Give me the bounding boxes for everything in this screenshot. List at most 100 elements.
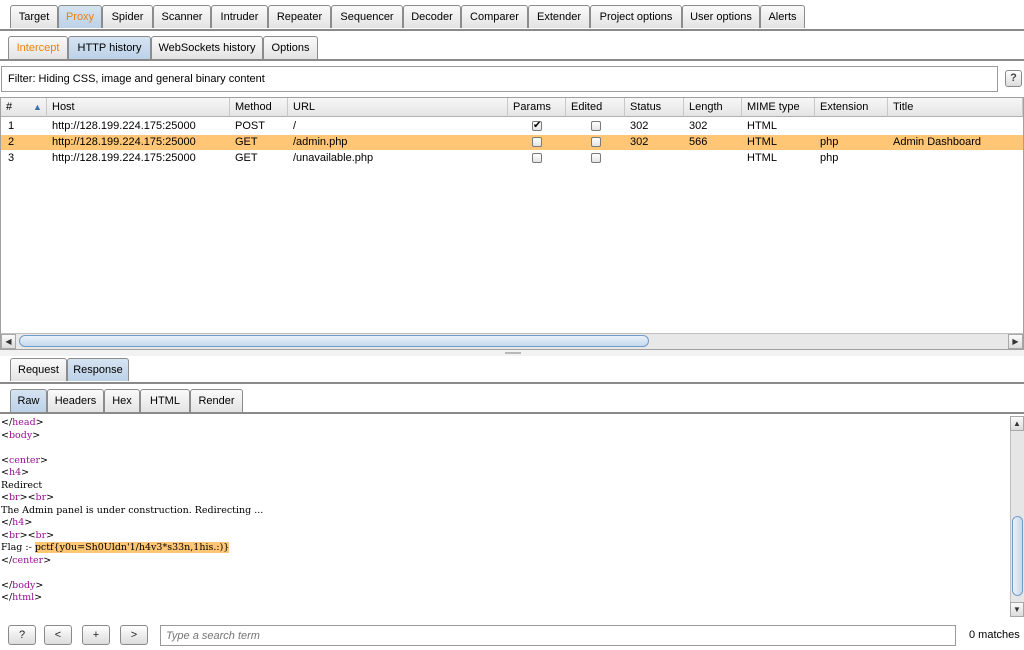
tab-user-options[interactable]: User options [682, 5, 760, 28]
scroll-down-icon[interactable]: ▼ [1010, 602, 1024, 617]
response-editor[interactable]: </head> <body> <center> <h4> Redirect <br><br… [0, 416, 1010, 617]
column-header-status[interactable]: Status [625, 98, 684, 117]
response-line: </center> [1, 555, 51, 567]
response-line: <br><br> [1, 530, 54, 542]
tag-name: h4 [8, 467, 22, 478]
tab-target[interactable]: Target [10, 5, 58, 28]
column-header-host[interactable]: Host [47, 98, 230, 117]
tab-intercept[interactable]: Intercept [8, 36, 68, 59]
edited-checkbox[interactable] [591, 137, 601, 147]
column-header-url[interactable]: URL [288, 98, 508, 117]
params-checkbox[interactable]: ✔ [532, 121, 542, 131]
column-header-method[interactable]: Method [230, 98, 288, 117]
vertical-scroll-thumb[interactable] [1012, 516, 1023, 596]
tag-name: br [35, 529, 47, 541]
column-header-number[interactable]: # ▲ [1, 98, 47, 117]
column-header-mime-type[interactable]: MIME type [742, 98, 815, 117]
tag-name: center [8, 454, 41, 466]
cell-length: 566 [689, 136, 708, 148]
cell-number: 1 [8, 120, 15, 132]
column-header-title[interactable]: Title [888, 98, 1023, 117]
tab-http-history[interactable]: HTTP history [68, 36, 151, 59]
tag-name: body [8, 429, 33, 441]
tab-response[interactable]: Response [67, 358, 129, 381]
tab-headers[interactable]: Headers [47, 389, 104, 412]
tab-spider[interactable]: Spider [102, 5, 153, 28]
cell-length: 302 [689, 120, 708, 132]
response-line: Redirect [1, 480, 42, 492]
tab-decoder[interactable]: Decoder [403, 5, 461, 28]
cell-extension [815, 119, 820, 134]
pane-splitter[interactable] [0, 350, 1024, 356]
add-button[interactable]: + [82, 625, 110, 645]
help-button[interactable]: ? [1005, 70, 1022, 87]
tab-raw[interactable]: Raw [10, 389, 47, 412]
scroll-left-icon[interactable]: ◀ [1, 334, 16, 349]
tab-alerts[interactable]: Alerts [760, 5, 805, 28]
next-match-button[interactable]: > [120, 625, 148, 645]
params-checkbox[interactable] [532, 153, 542, 163]
cell-url: /unavailable.php [293, 152, 374, 164]
markup-text: </ [1, 592, 13, 603]
column-header-extension[interactable]: Extension [815, 98, 888, 117]
edited-checkbox[interactable] [591, 153, 601, 163]
search-bar: ? < + > 0 matches [0, 620, 1024, 650]
tab-repeater[interactable]: Repeater [268, 5, 331, 28]
help-button[interactable]: ? [8, 625, 36, 645]
table-row-selected[interactable]: 2 http://128.199.224.175:25000 GET /admi… [1, 135, 1023, 150]
table-row[interactable]: 1 http://128.199.224.175:25000 POST / ✔ … [1, 119, 1023, 134]
tab-sequencer[interactable]: Sequencer [331, 5, 403, 28]
tab-hex[interactable]: Hex [104, 389, 140, 412]
tag-name: br [8, 529, 20, 541]
vertical-scrollbar[interactable]: ▲ ▼ [1010, 416, 1024, 617]
response-line: The Admin panel is under construction. R… [1, 505, 263, 517]
markup-text: </ [1, 554, 13, 566]
filter-bar[interactable]: Filter: Hiding CSS, image and general bi… [1, 66, 998, 92]
markup-text: < [1, 529, 9, 541]
edited-checkbox[interactable] [591, 121, 601, 131]
tab-render[interactable]: Render [190, 389, 243, 412]
markup-text: > [19, 492, 28, 503]
view-tab-bar: Raw Headers Hex HTML Render [0, 387, 1024, 414]
search-input[interactable] [160, 625, 956, 646]
tag-name: body [12, 579, 36, 591]
cell-length [684, 151, 689, 166]
cell-status: 302 [630, 120, 649, 132]
match-count: 0 matches [969, 629, 1020, 641]
tab-html[interactable]: HTML [140, 389, 190, 412]
tag-name: br [8, 492, 20, 503]
markup-text: </ [1, 517, 13, 528]
cell-status [625, 151, 630, 166]
tab-request[interactable]: Request [10, 358, 67, 381]
markup-text: > [40, 454, 48, 466]
scroll-up-icon[interactable]: ▲ [1010, 416, 1024, 431]
horizontal-scroll-thumb[interactable] [19, 335, 649, 347]
column-header-edited[interactable]: Edited [566, 98, 625, 117]
markup-text: < [27, 492, 36, 503]
tab-comparer[interactable]: Comparer [461, 5, 528, 28]
response-line: </h4> [1, 517, 32, 529]
table-row[interactable]: 3 http://128.199.224.175:25000 GET /unav… [1, 151, 1023, 166]
splitter-grip-icon [505, 352, 521, 354]
response-line: <center> [1, 455, 48, 467]
cell-extension: php [820, 136, 839, 148]
horizontal-scrollbar[interactable]: ◀ ▶ [1, 333, 1023, 349]
response-line: Flag :- pctf{y0u=Sh0Uldn'1/h4v3*s33n,1hi… [1, 542, 230, 554]
column-header-params[interactable]: Params [508, 98, 566, 117]
tab-intruder[interactable]: Intruder [211, 5, 268, 28]
tab-websockets-history[interactable]: WebSockets history [151, 36, 263, 59]
tab-options[interactable]: Options [263, 36, 318, 59]
tab-project-options[interactable]: Project options [590, 5, 682, 28]
cell-method: GET [235, 152, 258, 164]
markup-text: > [34, 592, 43, 603]
response-line: <body> [1, 430, 40, 442]
scroll-right-icon[interactable]: ▶ [1008, 334, 1023, 349]
previous-match-button[interactable]: < [44, 625, 72, 645]
column-header-length[interactable]: Length [684, 98, 742, 117]
tab-extender[interactable]: Extender [528, 5, 590, 28]
cell-extension: php [820, 152, 839, 164]
tab-proxy[interactable]: Proxy [58, 5, 102, 28]
markup-text: > [46, 529, 55, 541]
params-checkbox[interactable] [532, 137, 542, 147]
tab-scanner[interactable]: Scanner [153, 5, 211, 28]
